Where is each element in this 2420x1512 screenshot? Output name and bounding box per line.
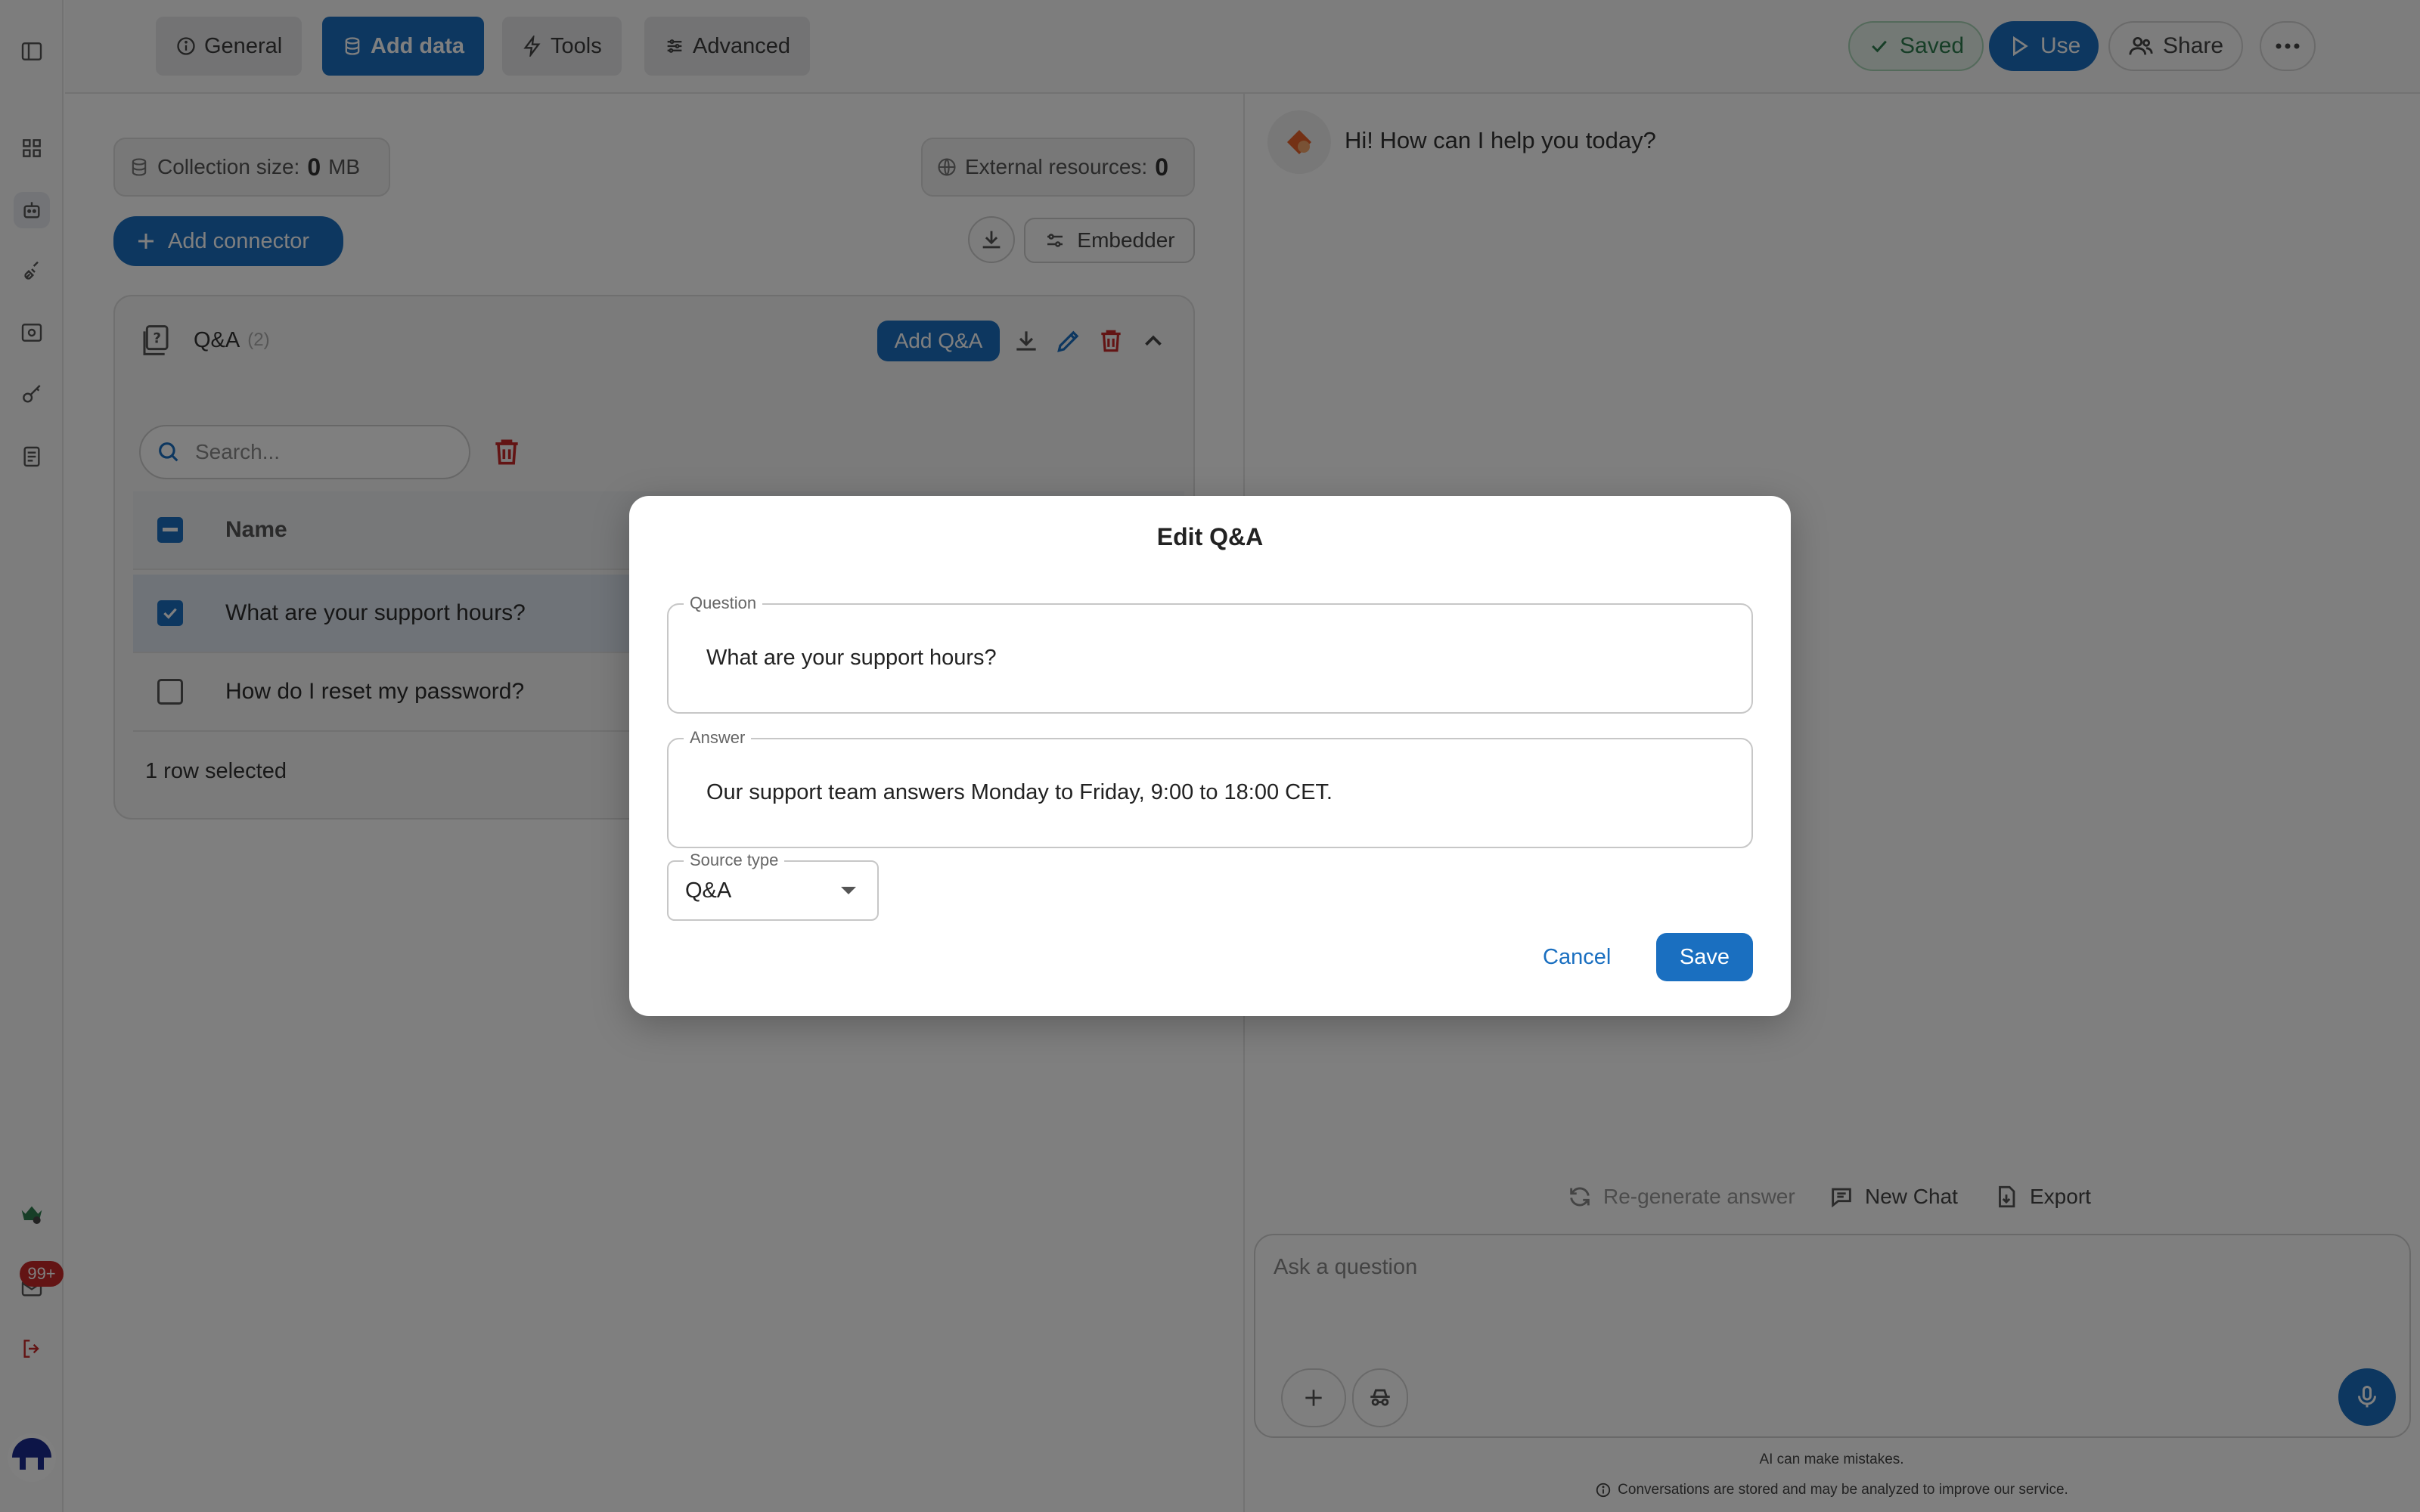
save-button[interactable]: Save <box>1656 933 1753 981</box>
question-value: What are your support hours? <box>706 646 997 670</box>
dialog-title: Edit Q&A <box>1156 523 1264 550</box>
answer-value: Our support team answers Monday to Frida… <box>706 780 1333 804</box>
source-type-select[interactable]: Source type Q&A <box>667 851 879 921</box>
cancel-button[interactable]: Cancel <box>1543 933 1611 981</box>
edit-qa-dialog: Edit Q&A Question What are your support … <box>629 496 1791 1016</box>
question-label: Question <box>684 594 763 612</box>
dropdown-caret-icon <box>841 887 856 894</box>
question-field[interactable]: Question What are your support hours? <box>667 594 1753 714</box>
source-type-value: Q&A <box>685 878 732 903</box>
answer-field[interactable]: Answer Our support team answers Monday t… <box>667 729 1753 848</box>
source-type-label: Source type <box>684 851 785 869</box>
answer-label: Answer <box>684 729 752 747</box>
